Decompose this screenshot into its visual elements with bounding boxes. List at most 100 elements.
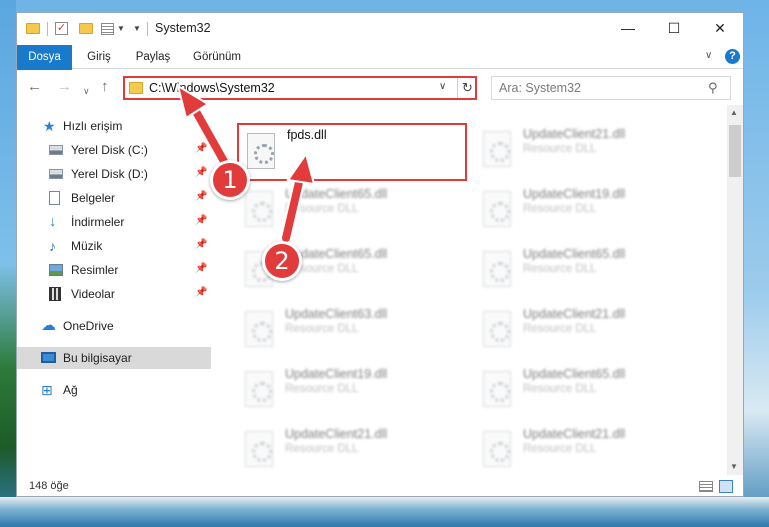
video-icon xyxy=(49,287,61,301)
sidebar-item-local-disk-c[interactable]: Yerel Disk (C:) 📌 xyxy=(17,139,211,161)
file-item[interactable]: UpdateClient19.dll Resource DLL xyxy=(237,363,467,421)
file-item[interactable]: UpdateClient21.dll Resource DLL xyxy=(475,123,705,181)
vertical-scrollbar[interactable]: ▲ ▼ xyxy=(727,105,743,475)
maximize-button[interactable]: ☐ xyxy=(651,13,697,43)
details-view-icon[interactable] xyxy=(699,481,713,492)
divider xyxy=(147,22,148,36)
search-icon[interactable]: ⚲ xyxy=(708,80,718,96)
file-item[interactable]: UpdateClient19.dll Resource DLL xyxy=(475,183,705,241)
pin-icon[interactable]: 📌 xyxy=(195,287,207,298)
sidebar-item-label: Bu bilgisayar xyxy=(63,351,132,365)
file-item[interactable]: UpdateClient21.dll Resource DLL xyxy=(475,303,705,361)
file-item[interactable]: UpdateClient65.dll Resource DLL xyxy=(475,243,705,301)
scrollbar-thumb[interactable] xyxy=(729,125,741,177)
drive-icon xyxy=(49,169,63,179)
up-button[interactable]: ↑ xyxy=(101,78,109,96)
sidebar-item-this-pc[interactable]: Bu bilgisayar xyxy=(17,347,211,369)
tab-home[interactable]: Giriş xyxy=(79,45,119,69)
sidebar-item-label: Videolar xyxy=(71,287,115,301)
back-button[interactable]: ← xyxy=(27,78,42,96)
expand-ribbon-chevron-icon[interactable]: ∨ xyxy=(705,50,712,61)
minimize-button[interactable]: — xyxy=(605,13,651,43)
divider xyxy=(457,78,458,98)
pin-icon[interactable]: 📌 xyxy=(195,143,207,154)
file-item[interactable]: UpdateClient21.dll Resource DLL xyxy=(475,423,705,475)
pin-icon[interactable]: 📌 xyxy=(195,215,207,226)
tab-share[interactable]: Paylaş xyxy=(129,45,177,69)
file-name: UpdateClient65.dll xyxy=(523,367,626,381)
sidebar-item-local-disk-d[interactable]: Yerel Disk (D:) 📌 xyxy=(17,163,211,185)
new-folder-icon[interactable] xyxy=(79,23,93,34)
file-explorer-window: ✓ ▼ ▼ System32 — ☐ ✕ Dosya Giriş Paylaş … xyxy=(16,12,744,497)
quick-access-toolbar-menu-icon[interactable]: ▼ xyxy=(133,24,141,40)
dll-file-icon xyxy=(483,251,511,287)
pin-icon[interactable]: 📌 xyxy=(195,167,207,178)
address-bar[interactable]: C:\Windows\System32 ∨ ↻ xyxy=(123,76,477,100)
customize-view-icon[interactable] xyxy=(101,23,114,35)
file-item[interactable]: UpdateClient63.dll Resource DLL xyxy=(237,303,467,361)
forward-button[interactable]: → xyxy=(57,78,72,96)
sidebar-item-downloads[interactable]: ↓ İndirmeler 📌 xyxy=(17,211,211,233)
scroll-down-arrow-icon[interactable]: ▼ xyxy=(730,462,738,471)
window-title: System32 xyxy=(155,21,211,35)
file-type: Resource DLL xyxy=(523,263,597,275)
dll-file-icon xyxy=(483,131,511,167)
file-item[interactable]: UpdateClient65.dll Resource DLL xyxy=(237,183,467,241)
sidebar-item-network[interactable]: ⊞ Ağ xyxy=(17,379,211,401)
dll-file-icon xyxy=(483,371,511,407)
chevron-down-icon[interactable]: ▼ xyxy=(117,24,125,40)
file-type: Resource DLL xyxy=(523,143,597,155)
pin-icon[interactable]: 📌 xyxy=(195,263,207,274)
download-icon: ↓ xyxy=(49,213,57,230)
dll-file-icon xyxy=(245,311,273,347)
pin-icon[interactable]: 📌 xyxy=(195,191,207,202)
computer-icon xyxy=(41,352,56,363)
folder-icon xyxy=(26,23,40,34)
file-type: Resource DLL xyxy=(523,383,597,395)
properties-check-icon[interactable]: ✓ xyxy=(55,22,68,35)
file-name: UpdateClient21.dll xyxy=(523,427,626,441)
sidebar-item-label: Müzik xyxy=(71,239,103,253)
sidebar-item-label: Yerel Disk (C:) xyxy=(71,143,148,157)
search-box[interactable]: Ara: System32 ⚲ xyxy=(491,76,731,100)
refresh-icon[interactable]: ↻ xyxy=(462,80,473,96)
address-history-chevron-icon[interactable]: ∨ xyxy=(439,81,446,92)
document-icon xyxy=(49,191,60,205)
file-type: Resource DLL xyxy=(523,443,597,455)
close-button[interactable]: ✕ xyxy=(697,13,743,43)
sidebar-item-label: Belgeler xyxy=(71,191,116,205)
file-list: fpds.dll UpdateClient21.dll Resource DLL… xyxy=(211,105,727,475)
dll-file-icon xyxy=(245,191,273,227)
sidebar-item-quick-access[interactable]: ★ Hızlı erişim xyxy=(17,115,211,137)
dll-file-icon xyxy=(245,371,273,407)
sidebar-item-pictures[interactable]: Resimler 📌 xyxy=(17,259,211,281)
sidebar-item-label: Yerel Disk (D:) xyxy=(71,167,148,181)
pin-icon[interactable]: 📌 xyxy=(195,239,207,250)
file-type: Resource DLL xyxy=(285,323,359,335)
step-2-badge: 2 xyxy=(262,241,302,281)
tab-view[interactable]: Görünüm xyxy=(187,45,247,69)
dll-file-icon xyxy=(483,431,511,467)
drive-icon xyxy=(49,145,63,155)
file-item[interactable]: UpdateClient65.dll Resource DLL xyxy=(475,363,705,421)
file-type: Resource DLL xyxy=(523,323,597,335)
dll-file-icon xyxy=(247,133,275,169)
search-placeholder[interactable]: Ara: System32 xyxy=(499,81,581,95)
sidebar-item-music[interactable]: ♪ Müzik 📌 xyxy=(17,235,211,257)
recent-locations-chevron-icon[interactable]: ∨ xyxy=(83,82,90,100)
file-name: UpdateClient19.dll xyxy=(523,187,626,201)
dll-file-icon xyxy=(483,191,511,227)
star-icon: ★ xyxy=(43,118,56,134)
large-icons-view-icon[interactable] xyxy=(719,480,733,493)
address-path[interactable]: C:\Windows\System32 xyxy=(149,81,275,95)
sidebar-item-onedrive[interactable]: ☁ OneDrive xyxy=(17,315,211,337)
sidebar-item-label: Ağ xyxy=(63,383,78,397)
help-icon[interactable]: ? xyxy=(725,49,740,64)
file-name: UpdateClient65.dll xyxy=(285,187,388,201)
file-item[interactable]: UpdateClient21.dll Resource DLL xyxy=(237,423,467,475)
scroll-up-arrow-icon[interactable]: ▲ xyxy=(730,108,738,117)
sidebar-item-videos[interactable]: Videolar 📌 xyxy=(17,283,211,305)
sidebar-item-documents[interactable]: Belgeler 📌 xyxy=(17,187,211,209)
file-item-fpds-dll[interactable]: fpds.dll xyxy=(237,123,467,181)
cloud-icon: ☁ xyxy=(41,317,56,334)
